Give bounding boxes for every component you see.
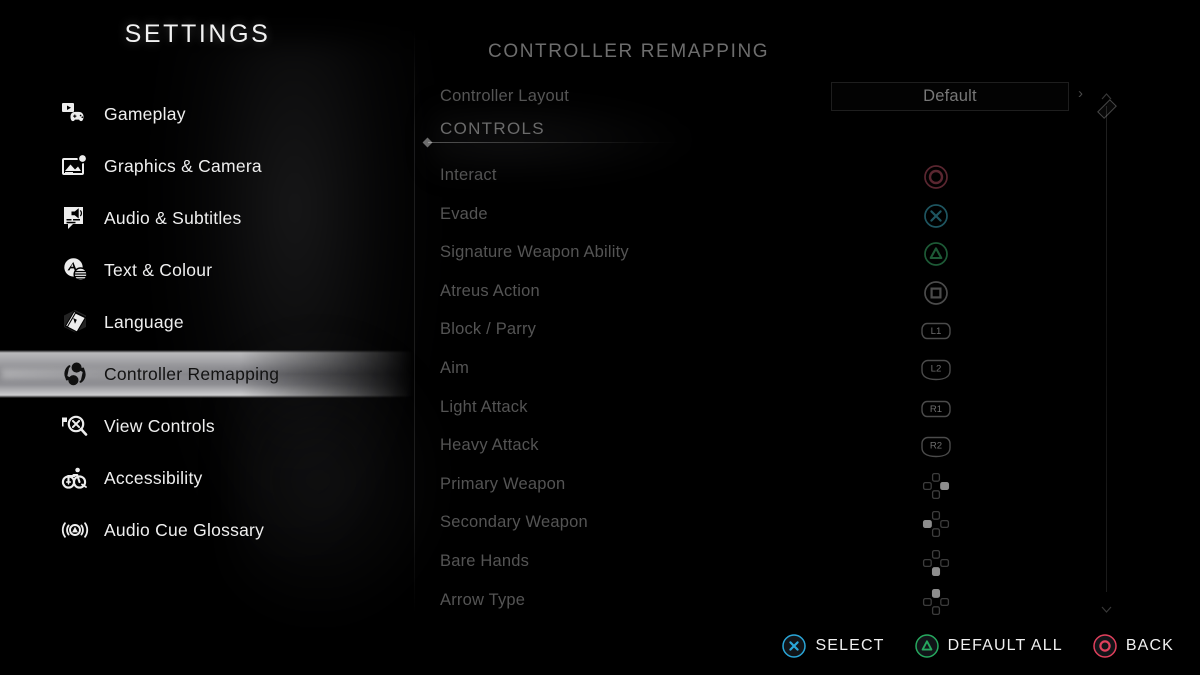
controller-layout-row[interactable]: Controller Layout Default › bbox=[440, 82, 1140, 114]
scroll-down-arrow-icon[interactable] bbox=[1101, 601, 1112, 613]
control-binding-row[interactable]: Bare Hands bbox=[440, 546, 1140, 585]
control-binding-name: Signature Weapon Ability bbox=[440, 243, 629, 262]
page-title: SETTINGS bbox=[124, 20, 271, 48]
control-binding-row[interactable]: Secondary Weapon bbox=[440, 507, 1140, 546]
sidebar-item-label: View Controls bbox=[104, 415, 215, 436]
control-binding-name: Interact bbox=[440, 166, 497, 184]
svg-text:R1: R1 bbox=[930, 404, 942, 415]
control-binding-name: Atreus Action bbox=[440, 281, 540, 300]
dpad-up-button-icon[interactable] bbox=[918, 585, 954, 619]
circle-button-icon[interactable] bbox=[918, 160, 954, 194]
cross-button-icon bbox=[782, 634, 807, 658]
footer-hint-back[interactable]: BACK bbox=[1093, 634, 1174, 658]
control-binding-name: Aim bbox=[440, 358, 470, 377]
dpad-down-button-icon[interactable] bbox=[918, 546, 954, 580]
bumper-button-icon[interactable]: R1 bbox=[918, 392, 954, 426]
chevron-right-icon[interactable]: › bbox=[1078, 86, 1083, 101]
sidebar-item-label: Accessibility bbox=[104, 467, 203, 488]
square-button-icon[interactable] bbox=[918, 276, 954, 310]
sidebar-item-label: Language bbox=[104, 311, 184, 332]
control-binding-row[interactable]: Aim L2 bbox=[440, 353, 1140, 392]
svg-text:L2: L2 bbox=[931, 364, 942, 375]
section-rule bbox=[428, 142, 680, 143]
settings-screen: SETTINGS Gameplay Graphics & Camera Audio … bbox=[0, 0, 1200, 675]
scroll-up-arrow-icon[interactable] bbox=[1101, 88, 1112, 100]
dpad-right-button-icon[interactable] bbox=[918, 469, 954, 503]
footer-hint-label: BACK bbox=[1125, 637, 1174, 654]
view-controls-icon bbox=[60, 411, 90, 441]
footer-hint-select[interactable]: SELECT bbox=[782, 634, 884, 658]
audio-subtitles-icon bbox=[60, 203, 90, 233]
sidebar-item-label: Audio Cue Glossary bbox=[104, 519, 265, 540]
sidebar-item-controller-remapping[interactable]: Controller Remapping bbox=[0, 348, 414, 400]
controls-section-header: CONTROLS bbox=[422, 119, 860, 148]
triangle-button-icon[interactable] bbox=[918, 237, 954, 271]
control-binding-row[interactable]: Primary Weapon bbox=[440, 469, 1140, 508]
scrollbar-track[interactable] bbox=[1106, 106, 1107, 592]
vertical-scrollbar[interactable] bbox=[1096, 88, 1117, 613]
controller-remapping-panel: CONTROLLER REMAPPING Controller Layout D… bbox=[414, 0, 1200, 675]
sidebar-item-accessibility[interactable]: Accessibility bbox=[0, 452, 414, 504]
sidebar-item-label: Text & Colour bbox=[104, 259, 213, 280]
audio-cue-glossary-icon bbox=[60, 515, 90, 545]
trigger-button-icon[interactable]: R2 bbox=[918, 430, 954, 464]
control-binding-row[interactable]: Atreus Action bbox=[440, 276, 1140, 315]
triangle-button-icon bbox=[914, 634, 939, 658]
sidebar-item-graphics-camera[interactable]: Graphics & Camera bbox=[0, 140, 414, 192]
control-binding-name: Bare Hands bbox=[440, 551, 530, 570]
accessibility-icon bbox=[60, 463, 90, 493]
control-binding-row[interactable]: Signature Weapon Ability bbox=[440, 237, 1140, 276]
control-binding-name: Light Attack bbox=[440, 397, 528, 416]
control-binding-row[interactable]: Evade bbox=[440, 199, 1140, 238]
sidebar-item-label: Controller Remapping bbox=[104, 363, 280, 384]
controller-layout-select[interactable]: Default bbox=[831, 82, 1069, 111]
controller-layout-value: Default bbox=[923, 87, 977, 105]
cross-button-icon[interactable] bbox=[918, 199, 954, 233]
section-heading-label: CONTROLS bbox=[440, 119, 545, 138]
sidebar-item-audio-subtitles[interactable]: Audio & Subtitles bbox=[0, 192, 414, 244]
footer-hint-label: SELECT bbox=[815, 637, 885, 654]
gameplay-controller-icon bbox=[60, 99, 90, 129]
controller-remap-icon bbox=[60, 359, 90, 389]
control-binding-name: Secondary Weapon bbox=[440, 513, 588, 532]
panel-title: CONTROLLER REMAPPING bbox=[488, 41, 770, 62]
control-binding-row[interactable]: Light Attack R1 bbox=[440, 392, 1140, 431]
svg-text:R2: R2 bbox=[930, 441, 942, 452]
sidebar-item-label: Gameplay bbox=[104, 103, 186, 124]
text-colour-icon bbox=[60, 255, 90, 285]
language-book-icon bbox=[60, 307, 90, 337]
circle-button-icon bbox=[1093, 634, 1117, 658]
footer-hint-default-all[interactable]: DEFAULT ALL bbox=[914, 634, 1063, 658]
control-binding-name: Block / Parry bbox=[440, 320, 537, 339]
settings-sidebar: Gameplay Graphics & Camera Audio & Subtitl… bbox=[0, 88, 414, 556]
footer-hint-label: DEFAULT ALL bbox=[947, 637, 1063, 654]
control-binding-name: Primary Weapon bbox=[440, 474, 566, 493]
control-binding-name: Heavy Attack bbox=[440, 436, 539, 455]
footer-button-hints: SELECT DEFAULT ALL BACK bbox=[0, 617, 1200, 675]
sidebar-item-label: Audio & Subtitles bbox=[104, 207, 242, 228]
graphics-camera-icon bbox=[60, 151, 90, 181]
sidebar-item-gameplay[interactable]: Gameplay bbox=[0, 88, 414, 140]
bumper-button-icon[interactable]: L1 bbox=[918, 314, 954, 348]
dpad-left-button-icon[interactable] bbox=[918, 507, 954, 541]
sidebar-item-view-controls[interactable]: View Controls bbox=[0, 400, 414, 452]
control-binding-name: Arrow Type bbox=[440, 590, 526, 609]
control-binding-row[interactable]: Block / Parry L1 bbox=[440, 314, 1140, 353]
trigger-button-icon[interactable]: L2 bbox=[918, 353, 954, 387]
sidebar-item-text-colour[interactable]: Text & Colour bbox=[0, 244, 414, 296]
sidebar-item-language[interactable]: Language bbox=[0, 296, 414, 348]
controller-layout-label: Controller Layout bbox=[440, 87, 570, 105]
control-binding-row[interactable]: Heavy Attack R2 bbox=[440, 430, 1140, 469]
control-binding-row[interactable]: Interact bbox=[440, 160, 1140, 199]
control-binding-name: Evade bbox=[440, 204, 488, 223]
sidebar-item-audio-cue-glossary[interactable]: Audio Cue Glossary bbox=[0, 504, 414, 556]
sidebar-item-label: Graphics & Camera bbox=[104, 155, 262, 176]
svg-text:L1: L1 bbox=[931, 327, 942, 338]
control-bindings-list: Interact Evade Signature Weapon Ability Atr… bbox=[440, 160, 1140, 623]
